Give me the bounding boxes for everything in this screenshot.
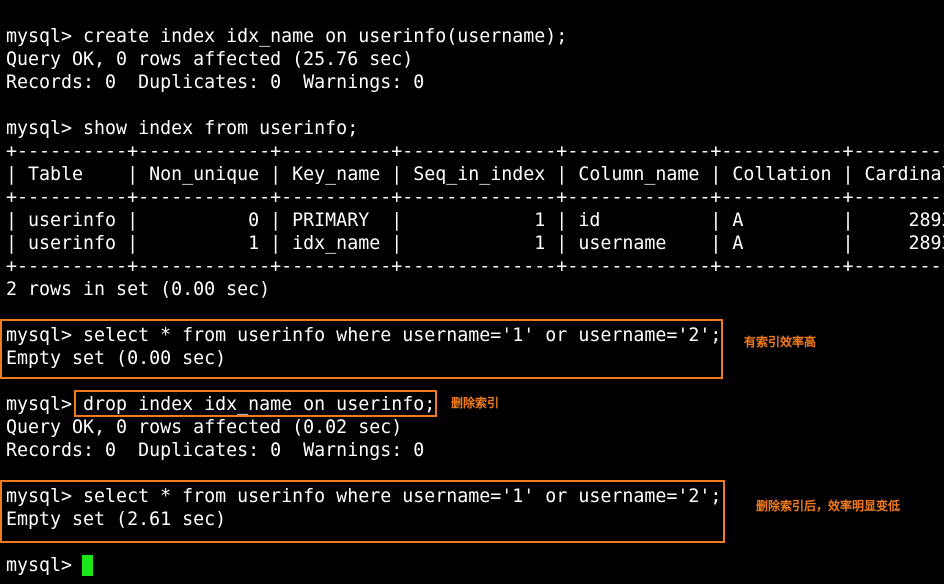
terminal-line: Query OK, 0 rows affected (0.02 sec) bbox=[6, 417, 403, 438]
table-border: +----------+------------+----------+----… bbox=[6, 187, 944, 208]
terminal-line: mysql> create index idx_name on userinfo… bbox=[6, 26, 568, 47]
annotation-indexed-fast: 有索引效率高 bbox=[744, 335, 817, 349]
highlight-box-indexed-query bbox=[0, 319, 723, 379]
table-border: +----------+------------+----------+----… bbox=[6, 141, 944, 162]
table-border: +----------+------------+----------+----… bbox=[6, 256, 944, 277]
terminal-line: Records: 0 Duplicates: 0 Warnings: 0 bbox=[6, 440, 425, 461]
highlight-box-unindexed-query bbox=[0, 480, 725, 543]
terminal-line: Records: 0 Duplicates: 0 Warnings: 0 bbox=[6, 72, 425, 93]
terminal-line: 2 rows in set (0.00 sec) bbox=[6, 279, 271, 300]
terminal-line: mysql> show index from userinfo; bbox=[6, 118, 359, 139]
annotation-drop-index: 删除索引 bbox=[451, 396, 500, 410]
table-header: | Table | Non_unique | Key_name | Seq_in… bbox=[6, 164, 944, 185]
terminal-line: Query OK, 0 rows affected (25.76 sec) bbox=[6, 49, 414, 70]
table-row: | userinfo | 1 | idx_name | 1 | username… bbox=[6, 233, 944, 254]
highlight-box-drop-index bbox=[74, 390, 437, 417]
table-row: | userinfo | 0 | PRIMARY | 1 | id | A | … bbox=[6, 210, 944, 231]
terminal-prompt[interactable]: mysql> bbox=[6, 554, 83, 577]
annotation-slower-after-drop: 删除索引后，效率明显变低 bbox=[756, 499, 901, 513]
terminal-cursor bbox=[82, 555, 93, 576]
